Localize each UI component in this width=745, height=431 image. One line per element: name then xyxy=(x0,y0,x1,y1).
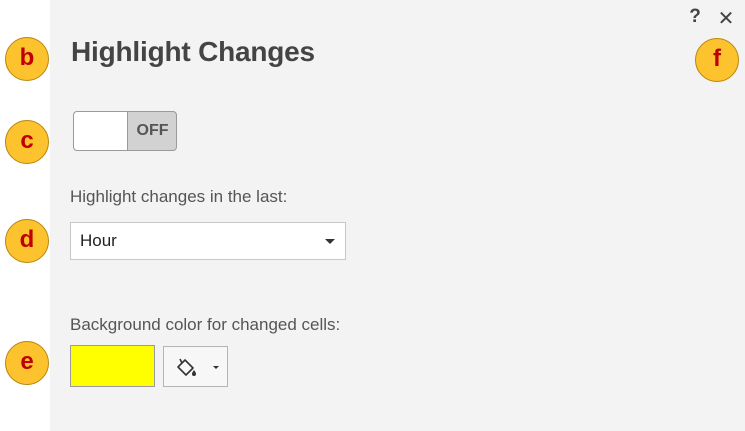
highlight-toggle[interactable]: OFF xyxy=(73,111,177,151)
fill-color-button[interactable] xyxy=(163,346,228,387)
background-color-label: Background color for changed cells: xyxy=(70,315,341,334)
toggle-state-label: OFF xyxy=(136,122,169,139)
close-button[interactable]: ✕ xyxy=(716,6,736,30)
toggle-knob xyxy=(74,112,128,150)
chevron-down-icon xyxy=(325,239,335,244)
help-button[interactable]: ? xyxy=(687,6,703,28)
callout-e: e xyxy=(5,341,49,385)
callout-c: c xyxy=(5,120,49,164)
interval-dropdown[interactable]: Hour xyxy=(70,222,346,260)
panel-title: Highlight Changes xyxy=(71,36,315,67)
interval-selected-value: Hour xyxy=(80,231,117,250)
color-swatch[interactable] xyxy=(70,345,155,387)
interval-label: Highlight changes in the last: xyxy=(70,187,288,206)
callout-d: d xyxy=(5,219,49,263)
chevron-down-icon xyxy=(213,366,219,369)
callout-b: b xyxy=(5,37,49,81)
paint-bucket-icon xyxy=(177,358,196,376)
callout-f: f xyxy=(695,38,739,82)
